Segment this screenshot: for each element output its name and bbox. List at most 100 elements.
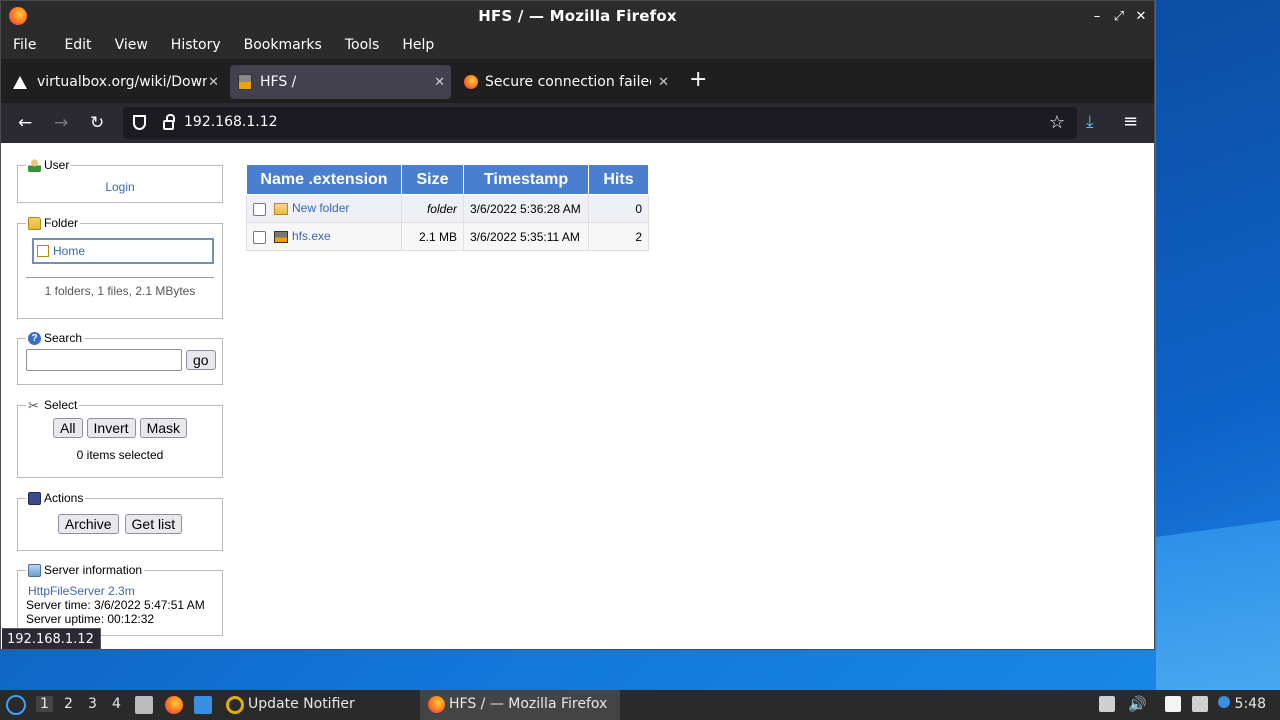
menu-tools[interactable]: Tools [345,37,380,53]
login-link[interactable]: Login [105,180,134,194]
file-hits: 0 [588,194,649,223]
user-icon [28,158,41,172]
download-icon[interactable]: ⤓ [1086,112,1094,132]
tab-label: Secure connection failed [485,74,651,90]
file-link[interactable]: hfs.exe [292,229,331,243]
file-hits: 2 [588,222,649,251]
hfs-version-link[interactable]: HttpFileServer 2.3m [28,584,222,598]
tab-close-icon[interactable]: ✕ [208,75,219,90]
tab-virtualbox[interactable]: virtualbox.org/wiki/Downl ✕ [1,65,225,99]
new-tab-icon[interactable]: + [689,69,707,91]
archive-button[interactable]: Archive [57,514,119,534]
url-text[interactable]: 192.168.1.12 [184,114,278,130]
menu-edit[interactable]: Edit [64,37,91,53]
help-icon: ? [28,331,41,345]
clipboard-icon[interactable] [1165,696,1181,712]
back-icon[interactable]: ← [18,113,32,133]
file-manager-icon[interactable] [135,696,153,714]
reload-icon[interactable]: ↻ [90,113,104,133]
user-panel: User Login [17,158,223,203]
select-panel: ✂ Select All Invert Mask 0 items selected [17,398,223,478]
hamburger-menu-icon[interactable]: ≡ [1123,111,1138,132]
firefox-launcher-icon[interactable] [165,696,183,714]
tab-label: HFS / [260,74,297,90]
workspace-3[interactable]: 3 [88,696,97,712]
firefox-logo-icon [9,7,27,25]
folder-legend: Folder [44,216,79,230]
menu-file[interactable]: File [13,37,36,53]
tab-label: virtualbox.org/wiki/Downl [37,74,207,90]
workspace-4[interactable]: 4 [112,696,121,712]
maximize-icon[interactable]: ⤢ [1112,6,1126,26]
home-link[interactable]: Home [53,244,85,258]
tab-close-icon[interactable]: ✕ [658,75,669,90]
menu-history[interactable]: History [171,37,221,53]
shield-icon[interactable] [133,115,146,130]
floppy-disk-icon [28,491,41,505]
search-input[interactable] [26,349,182,371]
taskbar-firefox-window[interactable]: HFS / — Mozilla Firefox [420,690,620,720]
workspace-1[interactable]: 1 [36,696,53,712]
row-checkbox[interactable] [253,202,266,216]
folder-icon [28,216,41,230]
desktop-icon[interactable] [194,696,212,714]
row-checkbox[interactable] [253,230,266,244]
select-legend: Select [44,398,78,412]
workspace-2[interactable]: 2 [64,696,73,712]
column-header-hits[interactable]: Hits [588,164,649,195]
server-legend: Server information [44,563,143,577]
taskbar-window-title: HFS / — Mozilla Firefox [449,696,608,712]
server-uptime: Server uptime: 00:12:32 [26,612,155,626]
menu-help[interactable]: Help [402,37,434,53]
minimize-icon[interactable]: – [1090,6,1104,26]
forward-icon[interactable]: → [54,113,68,133]
clock: 5:48 [1234,696,1266,712]
close-icon[interactable]: ✕ [1134,6,1148,26]
select-all-button[interactable]: All [52,418,83,438]
get-list-button[interactable]: Get list [124,514,183,534]
hfs-icon [238,74,252,90]
mask-button[interactable]: Mask [139,418,188,438]
folder-icon [274,203,288,216]
file-timestamp: 3/6/2022 5:35:11 AM [463,222,589,251]
column-header-name[interactable]: Name .extension [246,164,402,195]
table-row: New folder folder 3/6/2022 5:36:28 AM 0 [246,194,649,223]
folder-path-box: Home [32,238,214,264]
column-header-timestamp[interactable]: Timestamp [463,164,589,195]
column-header-size[interactable]: Size [401,164,464,195]
volume-icon[interactable]: 🔊 [1128,696,1147,712]
notification-icon[interactable] [1218,696,1230,708]
menu-bookmarks[interactable]: Bookmarks [244,37,322,53]
go-button[interactable]: go [186,350,216,370]
invert-button[interactable]: Invert [86,418,136,438]
network-icon[interactable] [1192,696,1208,712]
firefox-icon [464,75,478,89]
page-content: User Login Folder Home 1 folders, 1 file… [1,143,1154,649]
actions-panel: Actions Archive Get list [17,491,223,551]
tray-up-icon[interactable] [1099,696,1115,712]
search-legend: Search [44,331,83,345]
user-legend: User [44,158,70,172]
menu-bar: File Edit View History Bookmarks Tools H… [1,31,1154,59]
update-notifier-button[interactable]: Update Notifier [248,696,355,712]
tab-hfs[interactable]: HFS / ✕ [230,65,451,99]
folder-panel: Folder Home 1 folders, 1 files, 2.1 MByt… [17,216,223,319]
tab-close-icon[interactable]: ✕ [434,75,445,90]
wallpaper-shape-light [1156,520,1280,690]
file-link[interactable]: New folder [292,201,349,215]
actions-legend: Actions [44,491,84,505]
search-panel: ? Search go [17,331,223,385]
file-size: folder [401,194,464,223]
firefox-window: HFS / — Mozilla Firefox – ⤢ ✕ File Edit … [0,0,1155,650]
bookmark-star-icon[interactable]: ☆ [1049,112,1065,133]
server-time: Server time: 3/6/2022 5:47:51 AM [26,598,205,612]
url-bar[interactable]: 192.168.1.12 ☆ [123,107,1077,139]
status-url-tooltip: 192.168.1.12 [2,628,101,650]
lock-icon[interactable] [163,114,175,130]
menu-view[interactable]: View [115,37,148,53]
tab-secure-connection[interactable]: Secure connection failed ✕ [461,65,675,99]
start-menu-icon[interactable] [6,695,26,715]
title-bar: HFS / — Mozilla Firefox – ⤢ ✕ [1,1,1154,31]
file-size: 2.1 MB [401,222,464,251]
exe-file-icon [274,231,288,244]
